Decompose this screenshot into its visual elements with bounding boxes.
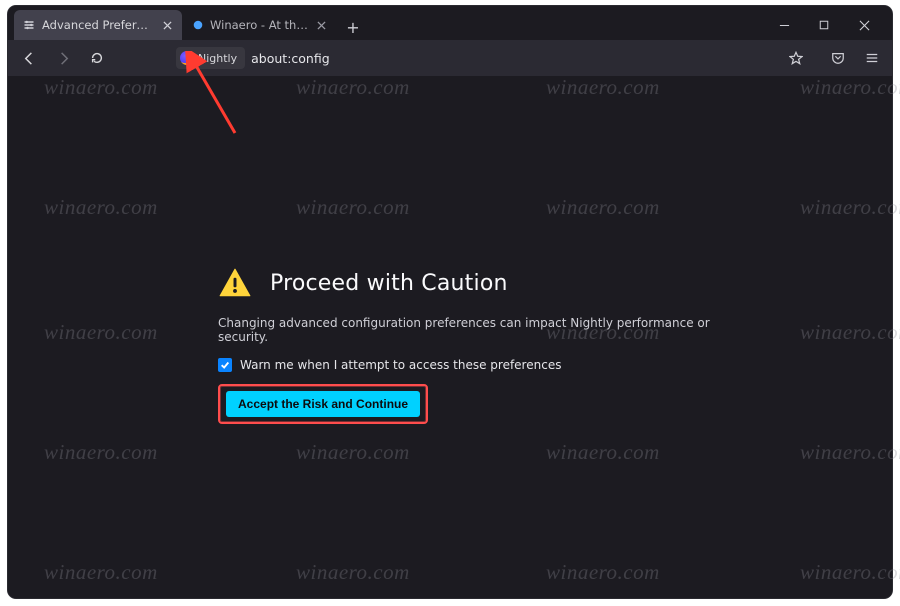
warning-title: Proceed with Caution (270, 271, 508, 296)
app-menu-icon[interactable] (858, 44, 886, 72)
checkbox-checked-icon[interactable] (218, 358, 232, 372)
new-tab-button[interactable]: + (340, 14, 366, 40)
warning-triangle-icon (218, 266, 252, 300)
nav-toolbar: Nightly about:config (8, 40, 892, 76)
window-close-button[interactable] (844, 10, 884, 40)
about-config-warning: Proceed with Caution Changing advanced c… (218, 266, 738, 424)
bookmark-star-icon[interactable] (782, 44, 810, 72)
identity-label: Nightly (198, 52, 237, 65)
tab-label: Advanced Preferences (42, 18, 152, 32)
tab-favicon-site-icon (192, 18, 204, 32)
annotation-highlight-box: Accept the Risk and Continue (218, 384, 428, 424)
window-controls (764, 10, 884, 40)
tab-favicon-settings-icon (22, 18, 36, 32)
tab-advanced-preferences[interactable]: Advanced Preferences (14, 10, 182, 40)
toolbar-extras (824, 44, 886, 72)
warn-checkbox-row[interactable]: Warn me when I attempt to access these p… (218, 358, 738, 372)
window-maximize-button[interactable] (804, 10, 844, 40)
urlbar-actions (782, 44, 810, 72)
reload-button[interactable] (82, 44, 112, 72)
plus-icon: + (346, 18, 359, 37)
close-tab-icon[interactable] (160, 18, 174, 32)
forward-button[interactable] (48, 44, 78, 72)
window-minimize-button[interactable] (764, 10, 804, 40)
tab-strip: Advanced Preferences Winaero - At the ed… (8, 6, 892, 40)
accept-risk-button[interactable]: Accept the Risk and Continue (226, 391, 420, 417)
url-text: about:config (251, 51, 330, 66)
browser-window: Advanced Preferences Winaero - At the ed… (8, 6, 892, 598)
firefox-nightly-icon (180, 51, 194, 65)
save-to-pocket-icon[interactable] (824, 44, 852, 72)
close-tab-icon[interactable] (317, 18, 326, 32)
tab-label: Winaero - At the edge of tweaking (210, 18, 309, 32)
identity-box[interactable]: Nightly (176, 47, 245, 69)
back-button[interactable] (14, 44, 44, 72)
tab-winaero[interactable]: Winaero - At the edge of tweaking (184, 10, 334, 40)
warning-body: Changing advanced configuration preferen… (218, 316, 738, 344)
checkbox-label: Warn me when I attempt to access these p… (240, 358, 561, 372)
url-bar[interactable]: Nightly about:config (176, 47, 778, 69)
page-content: Proceed with Caution Changing advanced c… (8, 76, 892, 598)
